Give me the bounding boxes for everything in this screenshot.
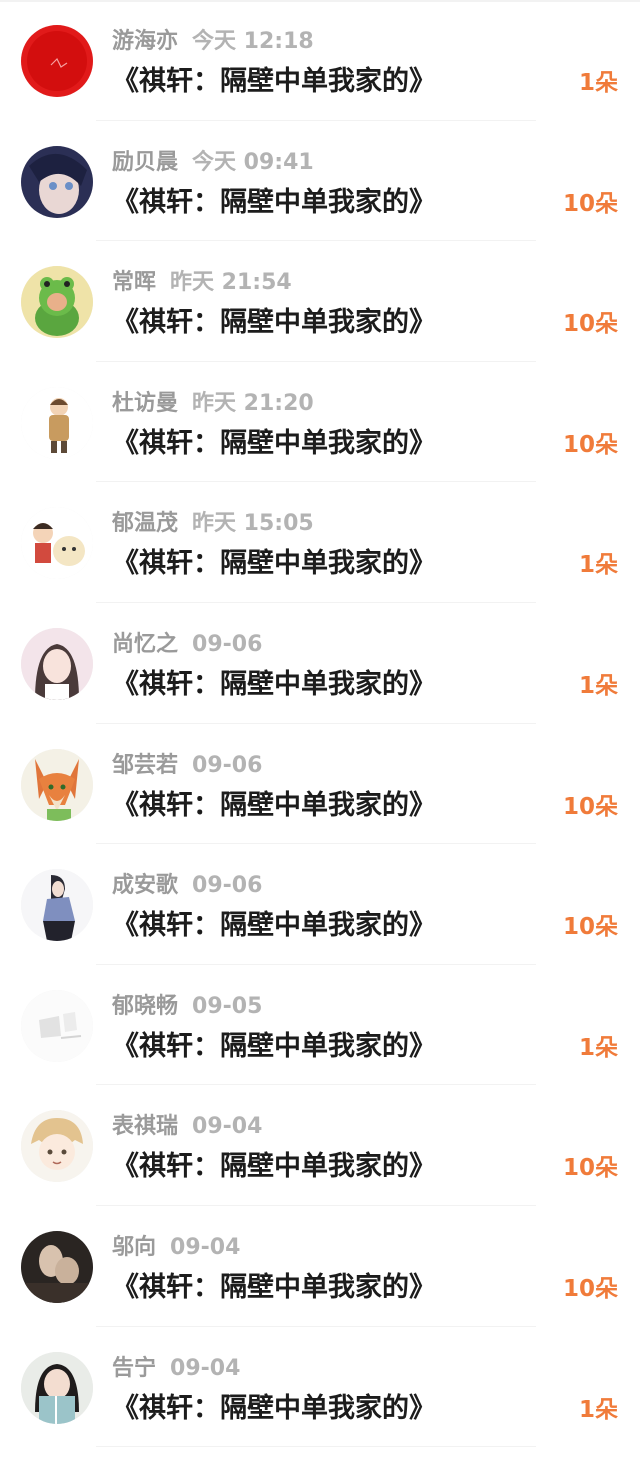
user-meta: 邬向 09-04 <box>112 1233 240 1263</box>
book-title[interactable]: 《祺轩：隔壁中单我家的》 <box>112 667 436 703</box>
timestamp: 09-04 <box>170 1234 241 1260</box>
user-meta: 郁晓畅 09-05 <box>112 992 262 1022</box>
user-name[interactable]: 邬向 <box>112 1235 156 1260</box>
book-title[interactable]: 《祺轩：隔壁中单我家的》 <box>112 305 436 341</box>
user-meta: 告宁 09-04 <box>112 1354 240 1384</box>
anime-boy-avatar-icon <box>21 1110 93 1183</box>
avatar[interactable] <box>21 25 93 97</box>
user-meta: 成安歌 09-06 <box>112 871 262 901</box>
user-meta: 常晖 昨天 21:54 <box>112 268 292 298</box>
avatar[interactable] <box>21 266 93 339</box>
list-item[interactable]: 表祺瑞 09-04 《祺轩：隔壁中单我家的》 10朵 <box>0 1085 640 1206</box>
book-title[interactable]: 《祺轩：隔壁中单我家的》 <box>112 1029 436 1065</box>
user-meta: 杜访曼 昨天 21:20 <box>112 389 314 419</box>
user-meta: 郁温茂 昨天 15:05 <box>112 509 314 539</box>
gift-count: 10朵 <box>562 190 618 217</box>
list-item[interactable]: 游海亦 今天 12:18 《祺轩：隔壁中单我家的》 1朵 <box>0 0 640 121</box>
user-name[interactable]: 尚忆之 <box>112 632 178 657</box>
book-title[interactable]: 《祺轩：隔壁中单我家的》 <box>112 1270 436 1306</box>
book-title[interactable]: 《祺轩：隔壁中单我家的》 <box>112 908 436 944</box>
gift-count: 10朵 <box>562 1155 618 1182</box>
list-item[interactable]: 常晖 昨天 21:54 《祺轩：隔壁中单我家的》 10朵 <box>0 241 640 362</box>
cartoon-couple-avatar-icon <box>21 507 93 580</box>
user-name[interactable]: 郁温茂 <box>112 511 178 536</box>
book-title[interactable]: 《祺轩：隔壁中单我家的》 <box>112 788 436 824</box>
cartoon-boy-avatar-icon <box>21 386 93 459</box>
gift-count: 1朵 <box>578 552 618 579</box>
timestamp: 09-05 <box>192 993 263 1019</box>
list-item[interactable]: 尚忆之 09-06 《祺轩：隔壁中单我家的》 1朵 <box>0 603 640 724</box>
timestamp: 09-04 <box>170 1355 241 1381</box>
avatar[interactable] <box>21 1230 93 1303</box>
user-meta: 表祺瑞 09-04 <box>112 1112 262 1142</box>
gift-count: 10朵 <box>562 793 618 820</box>
girl-book-avatar-icon <box>21 1351 93 1424</box>
timestamp: 昨天 21:54 <box>170 270 292 296</box>
avatar[interactable] <box>21 869 93 942</box>
avatar[interactable] <box>21 627 93 700</box>
gift-count: 1朵 <box>578 1396 618 1423</box>
user-meta: 励贝晨 今天 09:41 <box>112 148 314 178</box>
book-title[interactable]: 《祺轩：隔壁中单我家的》 <box>112 426 436 462</box>
gift-count: 10朵 <box>562 431 618 458</box>
avatar[interactable] <box>21 507 93 580</box>
book-title[interactable]: 《祺轩：隔壁中单我家的》 <box>112 1391 436 1427</box>
avatar[interactable] <box>21 145 93 218</box>
user-name[interactable]: 表祺瑞 <box>112 1114 178 1139</box>
list-item[interactable]: 邹芸若 09-06 《祺轩：隔壁中单我家的》 10朵 <box>0 724 640 845</box>
list-item[interactable]: 郁温茂 昨天 15:05 《祺轩：隔壁中单我家的》 1朵 <box>0 482 640 603</box>
anime-girl-avatar-icon <box>21 145 93 218</box>
user-name[interactable]: 成安歌 <box>112 873 178 898</box>
hands-dark-avatar-icon <box>21 1230 93 1303</box>
user-meta: 游海亦 今天 12:18 <box>112 27 314 57</box>
timestamp: 09-06 <box>192 631 263 657</box>
gift-count: 1朵 <box>578 672 618 699</box>
avatar[interactable] <box>21 748 93 821</box>
avatar[interactable] <box>21 386 93 459</box>
book-title[interactable]: 《祺轩：隔壁中单我家的》 <box>112 1149 436 1185</box>
timestamp: 今天 12:18 <box>192 29 314 54</box>
list-item[interactable]: 励贝晨 今天 09:41 《祺轩：隔壁中单我家的》 10朵 <box>0 121 640 242</box>
gift-count: 10朵 <box>562 311 618 338</box>
user-meta: 尚忆之 09-06 <box>112 630 262 660</box>
list-item[interactable]: 杜访曼 昨天 21:20 《祺轩：隔壁中单我家的》 10朵 <box>0 362 640 483</box>
book-title[interactable]: 《祺轩：隔壁中单我家的》 <box>112 185 436 221</box>
gift-count: 10朵 <box>562 914 618 941</box>
timestamp: 昨天 21:20 <box>192 390 314 416</box>
girl-figure-avatar-icon <box>21 869 93 942</box>
avatar[interactable] <box>21 1110 93 1183</box>
gift-count: 10朵 <box>562 1275 618 1302</box>
faded-white-avatar-icon <box>21 989 93 1062</box>
user-name[interactable]: 常晖 <box>112 270 156 295</box>
user-name[interactable]: 告宁 <box>112 1356 156 1381</box>
timestamp: 09-04 <box>192 1114 263 1140</box>
list-item[interactable]: 告宁 09-04 《祺轩：隔壁中单我家的》 1朵 <box>0 1327 640 1448</box>
timestamp: 昨天 15:05 <box>192 511 314 537</box>
user-meta: 邹芸若 09-06 <box>112 751 262 781</box>
list-item[interactable]: 成安歌 09-06 《祺轩：隔壁中单我家的》 10朵 <box>0 844 640 965</box>
timestamp: 今天 09:41 <box>192 149 314 175</box>
gift-record-list: 游海亦 今天 12:18 《祺轩：隔壁中单我家的》 1朵 励贝晨 今天 09:41 … <box>0 0 640 1448</box>
list-item[interactable]: 邬向 09-04 《祺轩：隔壁中单我家的》 10朵 <box>0 1206 640 1327</box>
user-name[interactable]: 郁晓畅 <box>112 994 178 1019</box>
user-name[interactable]: 杜访曼 <box>112 391 178 416</box>
list-item[interactable]: 郁晓畅 09-05 《祺轩：隔壁中单我家的》 1朵 <box>0 965 640 1086</box>
avatar[interactable] <box>21 989 93 1062</box>
timestamp: 09-06 <box>192 873 263 899</box>
avatar[interactable] <box>21 1351 93 1424</box>
girl-photo-avatar-icon <box>21 627 93 700</box>
timestamp: 09-06 <box>192 752 263 778</box>
red-circle-avatar-icon <box>21 25 93 97</box>
book-title[interactable]: 《祺轩：隔壁中单我家的》 <box>112 64 436 100</box>
user-name[interactable]: 邹芸若 <box>112 753 178 778</box>
user-name[interactable]: 游海亦 <box>112 29 178 54</box>
fox-avatar-icon <box>21 748 93 821</box>
user-name[interactable]: 励贝晨 <box>112 150 178 175</box>
frog-costume-avatar-icon <box>21 266 93 339</box>
gift-count: 1朵 <box>578 1034 618 1061</box>
gift-count: 1朵 <box>578 70 618 96</box>
divider <box>96 1446 536 1448</box>
book-title[interactable]: 《祺轩：隔壁中单我家的》 <box>112 546 436 582</box>
